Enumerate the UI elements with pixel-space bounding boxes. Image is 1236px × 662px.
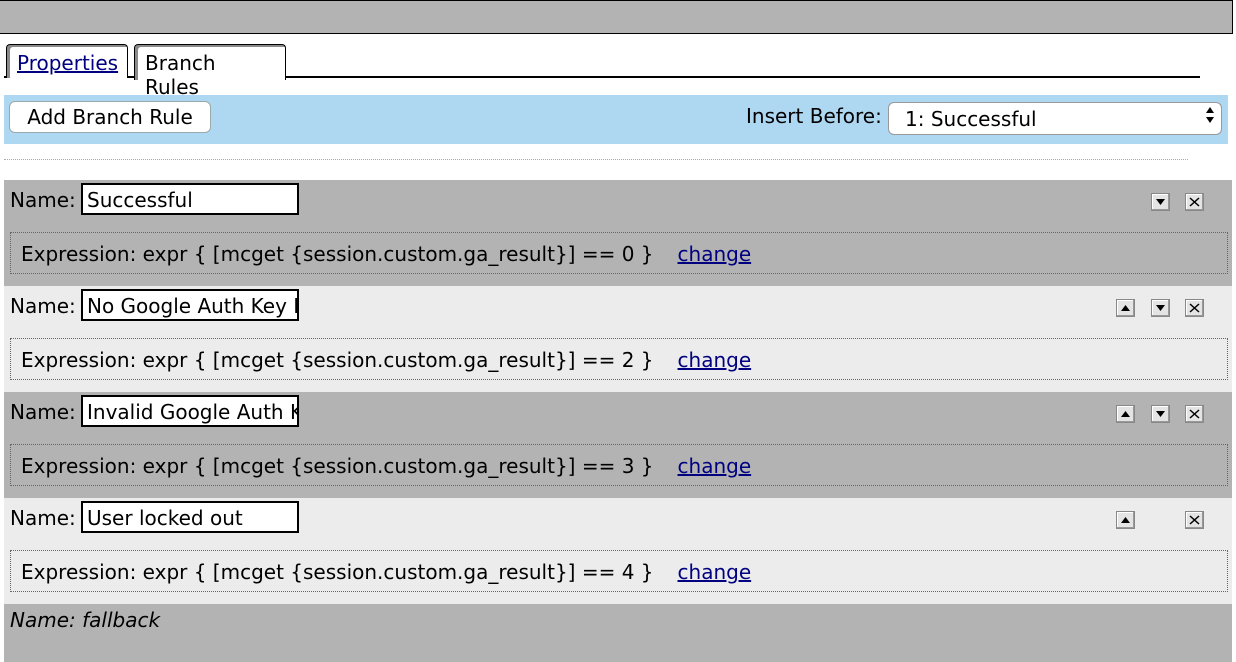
rule-name-input[interactable]: Successful bbox=[81, 183, 299, 215]
delete-rule-button[interactable] bbox=[1185, 299, 1204, 317]
rule-expression: Expression: expr { [mcget {session.custo… bbox=[10, 232, 1228, 274]
rule-name-input[interactable]: User locked out bbox=[81, 501, 299, 533]
insert-before-select[interactable]: 1: Successful bbox=[888, 102, 1222, 135]
tab-bar: Properties Branch Rules bbox=[4, 44, 1200, 99]
triangle-down-icon bbox=[1156, 305, 1165, 311]
move-down-button[interactable] bbox=[1151, 193, 1170, 211]
tab-properties-label[interactable]: Properties bbox=[17, 51, 118, 75]
triangle-up-icon bbox=[1121, 517, 1130, 523]
tab-branch-rules[interactable]: Branch Rules bbox=[134, 44, 286, 99]
triangle-up-icon bbox=[1121, 411, 1130, 417]
branch-rule-row: Name: Invalid Google Auth K Expression: … bbox=[4, 392, 1232, 498]
insert-before-label: Insert Before: bbox=[746, 104, 882, 128]
move-down-button[interactable] bbox=[1151, 405, 1170, 423]
select-updown-icon bbox=[1205, 106, 1215, 126]
rule-name-input[interactable]: Invalid Google Auth K bbox=[81, 395, 299, 427]
branch-rule-row: Name: Successful Expression: expr { [mcg… bbox=[4, 180, 1232, 286]
move-up-button[interactable] bbox=[1116, 405, 1135, 423]
branch-rule-row: Name: User locked out Expression: expr {… bbox=[4, 498, 1232, 604]
rule-expression: Expression: expr { [mcget {session.custo… bbox=[10, 338, 1228, 380]
fallback-rule-row: Name: fallback bbox=[4, 604, 1232, 662]
triangle-down-icon bbox=[1156, 199, 1165, 205]
rule-expression-text: Expression: expr { [mcget {session.custo… bbox=[21, 560, 654, 584]
window-titlebar bbox=[0, 0, 1233, 34]
tab-branch-rules-label: Branch Rules bbox=[145, 51, 216, 99]
move-up-button[interactable] bbox=[1116, 511, 1135, 529]
rule-name-label: Name: bbox=[10, 400, 76, 424]
move-down-button[interactable] bbox=[1151, 299, 1170, 317]
delete-rule-button[interactable] bbox=[1185, 511, 1204, 529]
change-expression-link[interactable]: change bbox=[678, 348, 752, 372]
change-expression-link[interactable]: change bbox=[678, 242, 752, 266]
triangle-down-icon bbox=[1156, 411, 1165, 417]
close-x-icon bbox=[1189, 515, 1200, 525]
move-up-button[interactable] bbox=[1116, 299, 1135, 317]
tab-properties[interactable]: Properties bbox=[6, 44, 128, 78]
rule-expression-text: Expression: expr { [mcget {session.custo… bbox=[21, 242, 654, 266]
change-expression-link[interactable]: change bbox=[678, 454, 752, 478]
rule-expression-text: Expression: expr { [mcget {session.custo… bbox=[21, 454, 654, 478]
rule-name-input[interactable]: No Google Auth Key F bbox=[81, 289, 299, 321]
insert-before-value: 1: Successful bbox=[905, 107, 1037, 131]
triangle-up-icon bbox=[1121, 305, 1130, 311]
rules-toolbar: Add Branch Rule Insert Before: 1: Succes… bbox=[4, 95, 1228, 144]
branch-rule-row: Name: No Google Auth Key F Expression: e… bbox=[4, 286, 1232, 392]
close-x-icon bbox=[1189, 409, 1200, 419]
rule-name-label: Name: bbox=[10, 506, 76, 530]
rule-expression: Expression: expr { [mcget {session.custo… bbox=[10, 550, 1228, 592]
change-expression-link[interactable]: change bbox=[678, 560, 752, 584]
separator bbox=[4, 159, 1188, 160]
add-branch-rule-button[interactable]: Add Branch Rule bbox=[9, 101, 211, 133]
close-x-icon bbox=[1189, 197, 1200, 207]
rule-expression: Expression: expr { [mcget {session.custo… bbox=[10, 444, 1228, 486]
rule-expression-text: Expression: expr { [mcget {session.custo… bbox=[21, 348, 654, 372]
delete-rule-button[interactable] bbox=[1185, 405, 1204, 423]
close-x-icon bbox=[1189, 303, 1200, 313]
rule-name-label: Name: bbox=[10, 294, 76, 318]
rule-name-label: Name: bbox=[10, 188, 76, 212]
fallback-name-label: Name: fallback bbox=[10, 608, 161, 632]
delete-rule-button[interactable] bbox=[1185, 193, 1204, 211]
